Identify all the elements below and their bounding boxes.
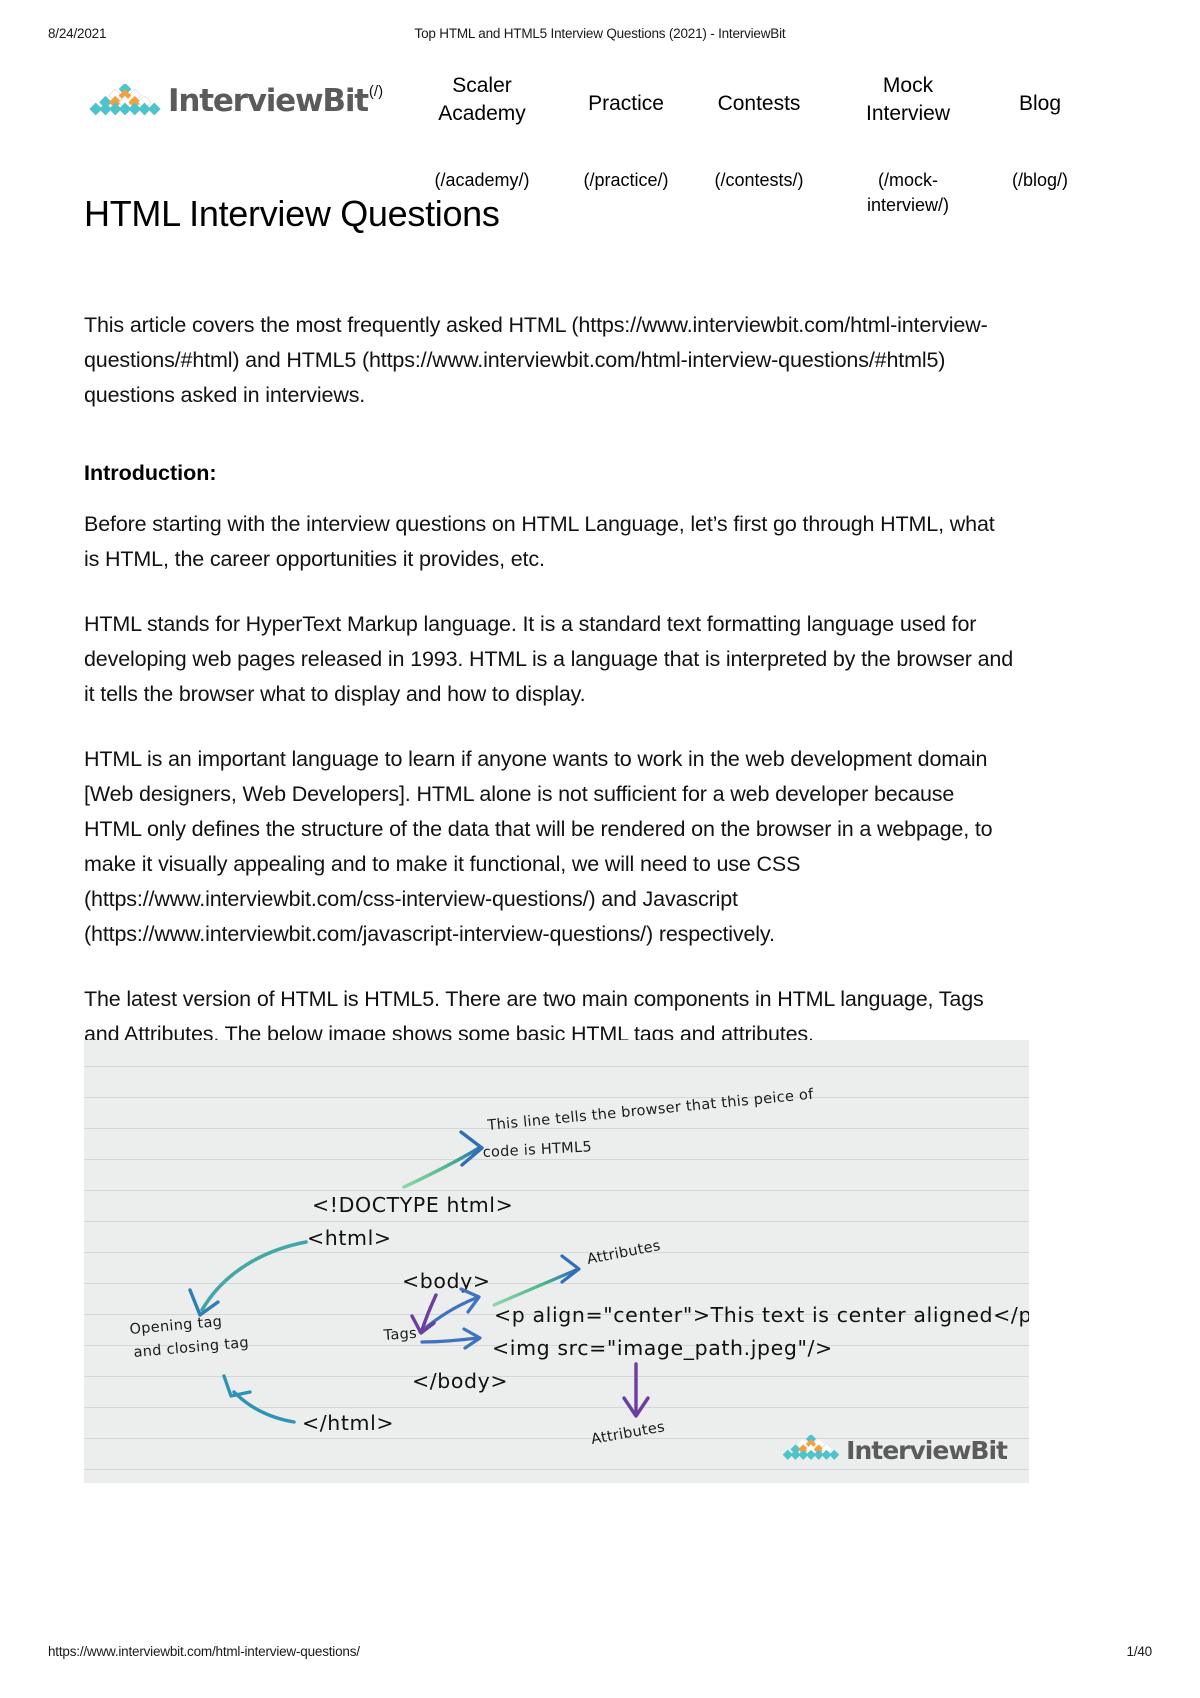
nav-item-label: Contests <box>717 92 801 115</box>
print-header: 8/24/2021 Top HTML and HTML5 Interview Q… <box>0 26 1200 44</box>
arrow-doctype-annotation <box>402 1146 481 1189</box>
print-footer-url: https://www.interviewbit.com/html-interv… <box>48 1644 360 1659</box>
nav-item-list: Scaler Academy (/academy/) Practice (/pr… <box>393 72 1153 215</box>
page-title: HTML Interview Questions <box>84 193 500 234</box>
site-navigation: InterviewBit (/) Scaler Academy (/academ… <box>48 72 1153 215</box>
interviewbit-logo-icon <box>89 84 161 116</box>
article-paragraph-1: Before starting with the interview quest… <box>84 512 995 571</box>
nav-item-label: Mock Interview <box>865 74 951 125</box>
nav-item-href: (/practice/) <box>583 170 669 190</box>
print-footer: https://www.interviewbit.com/html-interv… <box>0 1644 1200 1662</box>
code-line-paragraph: <p align="center">This text is center al… <box>494 1303 1029 1327</box>
nav-item-href: (/mock- interview/) <box>866 170 950 215</box>
arrow-tags-to-img <box>420 1336 480 1344</box>
article-paragraph-3: HTML is an important language to learn i… <box>84 747 993 946</box>
article-intro-paragraph: This article covers the most frequently … <box>84 313 988 407</box>
annotation-html5-line-2: code is HTML5 <box>482 1139 592 1161</box>
nav-item-mock-interview[interactable]: Mock Interview (/mock- interview/) <box>833 72 983 215</box>
print-footer-page-number: 1/40 <box>1126 1644 1153 1659</box>
interviewbit-logo-icon <box>782 1435 840 1460</box>
annotation-html5-line-1: This line tells the browser that this pe… <box>486 1087 815 1134</box>
annotation-attributes-bottom: Attributes <box>590 1419 666 1448</box>
nav-item-practice[interactable]: Practice (/practice/) <box>561 90 691 190</box>
nav-item-label: Blog <box>1018 92 1062 115</box>
code-line-image: <img src="image_path.jpeg"/> <box>492 1336 833 1361</box>
code-line-doctype: <!DOCTYPE html> <box>312 1193 513 1217</box>
annotation-tags: Tags <box>382 1326 417 1344</box>
brand-href-label: (/) <box>368 83 384 100</box>
printed-page: 8/24/2021 Top HTML and HTML5 Interview Q… <box>0 0 1200 1698</box>
nav-item-label: Scaler Academy <box>438 74 526 125</box>
nav-item-href: (/contests/) <box>714 170 804 190</box>
code-line-html-open: <html> <box>307 1226 392 1250</box>
annotation-opening-tag: Opening tag <box>129 1314 223 1338</box>
arrow-attributes-top <box>492 1268 578 1307</box>
brand-wordmark: InterviewBit <box>168 83 369 119</box>
code-line-body-close: </body> <box>412 1369 508 1393</box>
nav-item-blog[interactable]: Blog (/blog/) <box>981 90 1099 190</box>
nav-item-contests[interactable]: Contests (/contests/) <box>689 90 829 190</box>
arrowhead-html-close-tag <box>222 1374 252 1398</box>
brand-logo-link[interactable]: InterviewBit (/) <box>86 84 383 122</box>
article-body: This article covers the most frequently … <box>84 308 1014 1082</box>
article-section-heading: Introduction: <box>84 461 217 485</box>
code-line-html-close: </html> <box>302 1411 394 1435</box>
annotation-closing-tag: and closing tag <box>133 1335 250 1361</box>
html-tags-diagram-figure: This line tells the browser that this pe… <box>84 1040 1029 1483</box>
arrowhead-doctype-annotation <box>459 1130 484 1167</box>
nav-item-href: (/blog/) <box>1011 170 1069 190</box>
annotation-attributes-top: Attributes <box>586 1238 662 1268</box>
arrow-html-close-tag <box>232 1390 296 1424</box>
code-line-body-open: <body> <box>402 1269 491 1293</box>
nav-item-scaler-academy[interactable]: Scaler Academy (/academy/) <box>393 72 571 190</box>
diagram-canvas: This line tells the browser that this pe… <box>129 1087 1029 1448</box>
figure-watermark-wordmark: InterviewBit <box>846 1435 1008 1465</box>
nav-item-href: (/academy/) <box>434 170 530 190</box>
print-doc-title: Top HTML and HTML5 Interview Questions (… <box>414 26 786 41</box>
figure-watermark-logo: InterviewBit <box>780 1435 1008 1465</box>
article-paragraph-2: HTML stands for HyperText Markup languag… <box>84 612 1014 706</box>
arrow-html-open-tag <box>200 1240 308 1312</box>
nav-item-label: Practice <box>588 92 664 115</box>
arrowhead-attributes-top <box>560 1254 581 1284</box>
